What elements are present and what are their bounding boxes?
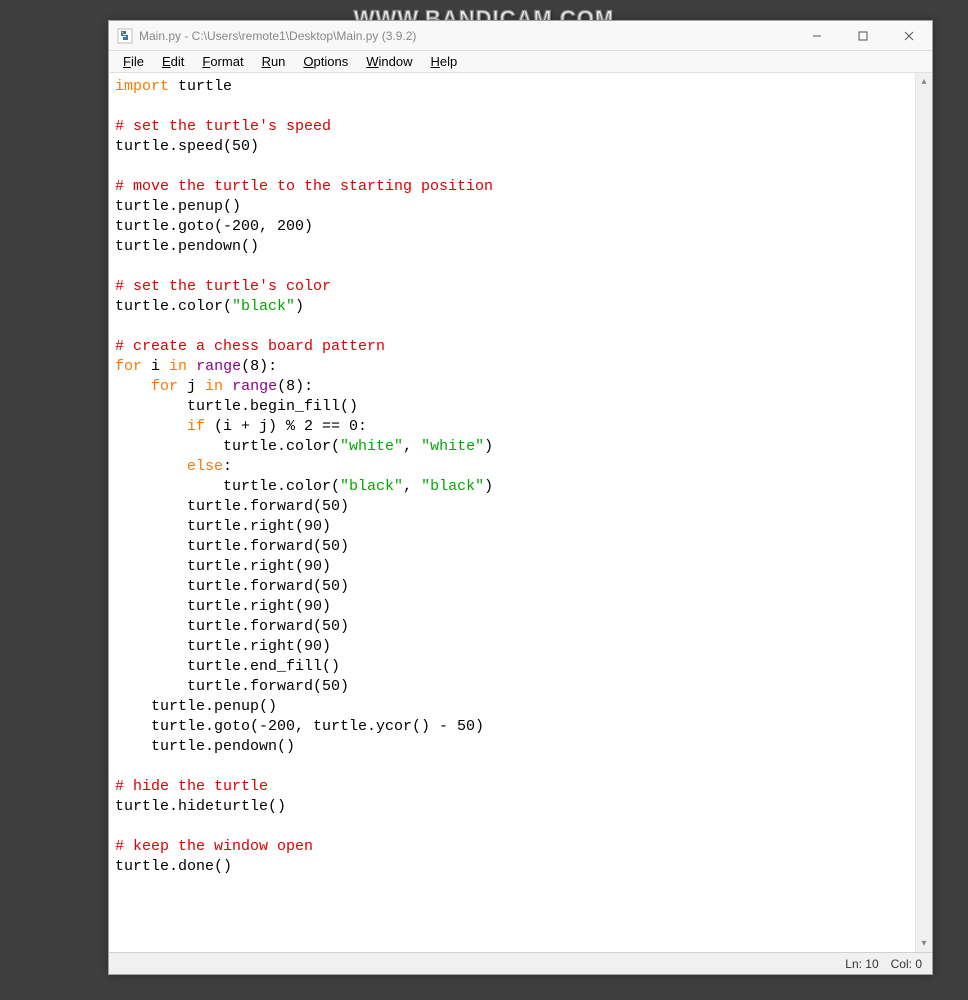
menu-window[interactable]: Window xyxy=(358,52,420,71)
minimize-button[interactable] xyxy=(794,21,840,51)
menubar: File Edit Format Run Options Window Help xyxy=(109,51,932,73)
code-editor[interactable]: import turtle # set the turtle's speed t… xyxy=(109,73,915,952)
menu-format[interactable]: Format xyxy=(194,52,251,71)
idle-window: Main.py - C:\Users\remote1\Desktop\Main.… xyxy=(108,20,933,975)
menu-edit[interactable]: Edit xyxy=(154,52,192,71)
editor-area: import turtle # set the turtle's speed t… xyxy=(109,73,932,952)
menu-help[interactable]: Help xyxy=(423,52,466,71)
menu-run[interactable]: Run xyxy=(254,52,294,71)
scroll-up-icon[interactable]: ▴ xyxy=(916,73,932,90)
scroll-down-icon[interactable]: ▾ xyxy=(916,935,932,952)
statusbar: Ln: 10 Col: 0 xyxy=(109,952,932,974)
menu-options[interactable]: Options xyxy=(295,52,356,71)
menu-file[interactable]: File xyxy=(115,52,152,71)
status-line: Ln: 10 xyxy=(845,957,878,971)
python-icon xyxy=(117,28,133,44)
maximize-button[interactable] xyxy=(840,21,886,51)
window-title: Main.py - C:\Users\remote1\Desktop\Main.… xyxy=(139,29,416,43)
status-col: Col: 0 xyxy=(891,957,922,971)
vertical-scrollbar[interactable]: ▴ ▾ xyxy=(915,73,932,952)
close-button[interactable] xyxy=(886,21,932,51)
titlebar[interactable]: Main.py - C:\Users\remote1\Desktop\Main.… xyxy=(109,21,932,51)
